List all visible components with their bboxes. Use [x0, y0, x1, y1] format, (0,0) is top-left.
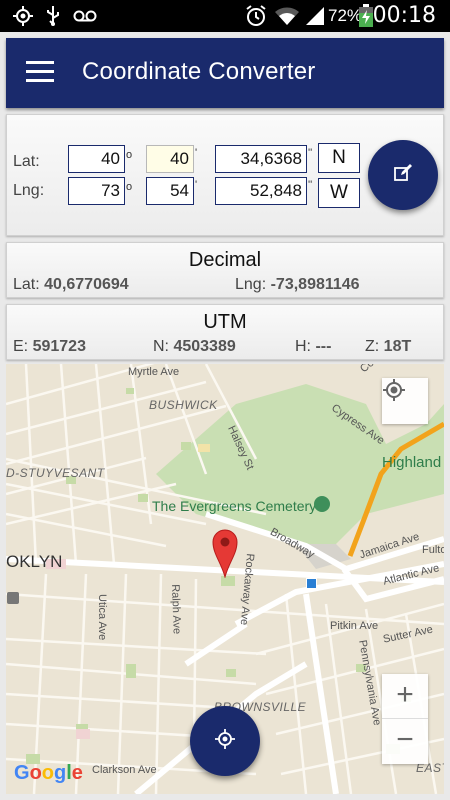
zoom-controls: + −	[382, 674, 428, 764]
clock: 00:18	[372, 3, 436, 28]
voicemail-icon	[72, 4, 98, 28]
utm-z-value: 18T	[383, 338, 412, 355]
home-icon	[7, 592, 19, 604]
status-bar: 72% 00:18	[0, 0, 450, 32]
utm-e-value: 591723	[32, 338, 86, 355]
lng-seconds-input[interactable]: 52,848	[215, 177, 307, 205]
map-label-myrtle-ave: Myrtle Ave	[128, 366, 180, 378]
signal-icon	[304, 4, 326, 28]
usb-icon	[44, 4, 62, 28]
lat-minute-unit: '	[195, 147, 198, 159]
utm-h-value: ---	[315, 338, 332, 355]
battery-charging-icon	[358, 4, 374, 28]
utm-e-label: E:	[13, 338, 29, 355]
lng-minute-unit: '	[195, 179, 198, 191]
map-label-pitkin-ave: Pitkin Ave	[330, 620, 379, 632]
decimal-lat-label: Lat:	[13, 276, 40, 293]
utm-h-label: H:	[295, 338, 311, 355]
utm-z-label: Z:	[365, 338, 380, 355]
utm-zone: Z: 18T	[365, 338, 411, 356]
edit-button[interactable]	[368, 140, 438, 210]
map-label-highland-park: Highland P	[382, 454, 444, 471]
app-bar: Coordinate Converter	[6, 38, 444, 108]
map-label-brooklyn: OKLYN	[6, 552, 63, 571]
edit-icon	[393, 163, 413, 188]
lat-label: Lat:	[13, 153, 40, 170]
map-label-fulton: Fulto	[422, 544, 444, 556]
decimal-lat-value: 40,6770694	[44, 276, 129, 293]
gps-icon	[12, 4, 34, 28]
decimal-card: Decimal Lat: 40,6770694 Lng: -73,8981146	[6, 242, 444, 298]
my-location-button[interactable]	[382, 378, 428, 424]
wifi-icon	[274, 4, 300, 28]
lng-direction-toggle[interactable]: W	[318, 178, 360, 208]
map-label-bushwick: BUSHWICK	[149, 398, 218, 412]
decimal-lng-value: -73,8981146	[270, 276, 360, 293]
utm-n-label: N:	[153, 338, 169, 355]
lng-second-unit: ''	[308, 179, 313, 191]
lat-direction-toggle[interactable]: N	[318, 143, 360, 173]
decimal-lng: Lng: -73,8981146	[235, 276, 360, 294]
decimal-lat: Lat: 40,6770694	[13, 276, 129, 294]
hamburger-menu-icon[interactable]	[26, 61, 54, 85]
zoom-in-button[interactable]: +	[382, 674, 428, 719]
decimal-title: Decimal	[188, 249, 262, 271]
utm-title: UTM	[203, 311, 247, 333]
crosshair-icon	[214, 728, 236, 755]
utm-n-value: 4503389	[173, 338, 236, 355]
cemetery-icon	[314, 496, 330, 512]
locate-button[interactable]	[190, 706, 260, 776]
decimal-lng-label: Lng:	[235, 276, 267, 293]
map-label-ralph-ave: Ralph Ave	[169, 584, 183, 635]
page-title: Coordinate Converter	[82, 58, 316, 85]
battery-percent: 72%	[328, 6, 363, 25]
lat-minutes-input[interactable]: 40	[146, 145, 194, 173]
lng-label: Lng:	[13, 182, 45, 199]
coordinate-input-card: Lat: Lng: 40 o 40 ' 34,6368 '' N 73 o 54…	[6, 114, 444, 236]
map-label-utica-ave: Utica Ave	[96, 594, 108, 641]
lat-degree-unit: o	[126, 149, 133, 161]
lng-degree-unit: o	[126, 181, 133, 193]
map-label-evergreens-cemetery: The Evergreens Cemetery	[152, 498, 317, 514]
utm-northing: N: 4503389	[153, 338, 236, 356]
alarm-icon	[244, 4, 268, 28]
lat-degrees-input[interactable]: 40	[68, 145, 125, 173]
lat-second-unit: ''	[308, 147, 313, 159]
google-logo: Google	[14, 762, 83, 784]
map-label-stuyvesant: D-STUYVESANT	[6, 466, 105, 480]
lng-degrees-input[interactable]: 73	[68, 177, 125, 205]
subway-icon	[306, 578, 317, 589]
utm-card: UTM E: 591723 N: 4503389 H: --- Z: 18T	[6, 304, 444, 360]
zoom-out-button[interactable]: −	[382, 719, 428, 764]
utm-easting: E: 591723	[13, 338, 86, 356]
lng-minutes-input[interactable]: 54	[146, 177, 194, 205]
utm-height: H: ---	[295, 338, 331, 356]
map-label-clarkson-ave: Clarkson Ave	[92, 764, 157, 776]
lat-seconds-input[interactable]: 34,6368	[215, 145, 307, 173]
